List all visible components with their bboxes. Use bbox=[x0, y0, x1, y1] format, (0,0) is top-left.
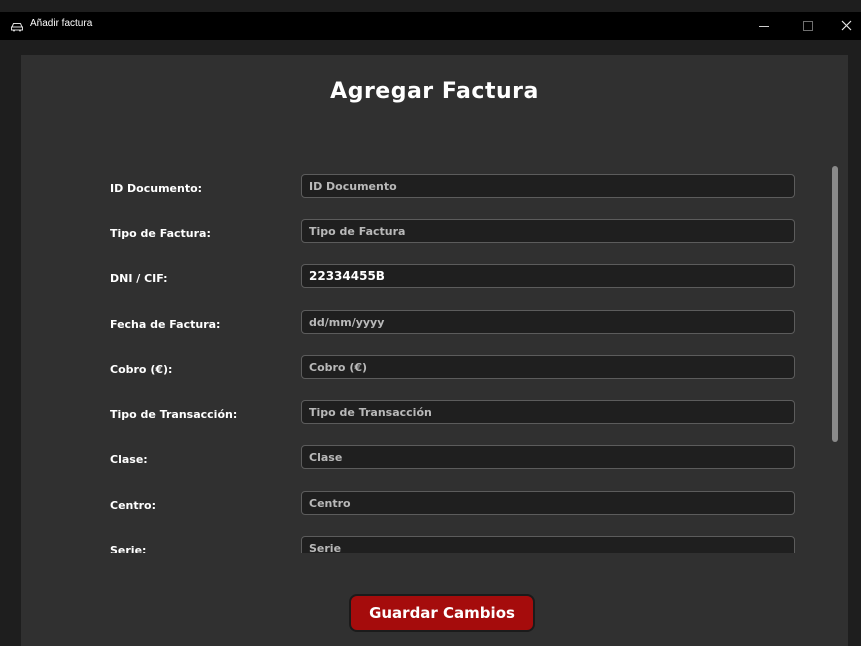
dni-cif-label: DNI / CIF: bbox=[110, 272, 168, 285]
id-documento-input[interactable] bbox=[301, 174, 795, 198]
centro-label: Centro: bbox=[110, 499, 157, 512]
maximize-icon[interactable] bbox=[787, 12, 827, 40]
form-row-centro: Centro: bbox=[21, 491, 848, 521]
fecha-factura-label: Fecha de Factura: bbox=[110, 318, 221, 331]
save-button[interactable]: Guardar Cambios bbox=[349, 594, 535, 632]
window-title: Añadir factura bbox=[30, 18, 93, 29]
form-row-dni-cif: DNI / CIF: bbox=[21, 264, 848, 294]
form-row-serie: Serie: bbox=[21, 536, 848, 553]
serie-label: Serie: bbox=[110, 544, 147, 553]
clase-input[interactable] bbox=[301, 445, 795, 469]
centro-input[interactable] bbox=[301, 491, 795, 515]
tipo-factura-label: Tipo de Factura: bbox=[110, 227, 211, 240]
car-icon bbox=[10, 18, 24, 32]
form-scroll-area[interactable]: ID Documento: Tipo de Factura: DNI / CIF… bbox=[21, 165, 848, 553]
form-scrollbar[interactable] bbox=[832, 166, 840, 442]
form-row-fecha-factura: Fecha de Factura: bbox=[21, 310, 848, 340]
close-icon[interactable] bbox=[826, 12, 861, 40]
tipo-transaccion-input[interactable] bbox=[301, 400, 795, 424]
serie-input[interactable] bbox=[301, 536, 795, 553]
scrollbar-thumb[interactable] bbox=[832, 166, 838, 442]
title-bar[interactable]: Añadir factura bbox=[0, 12, 861, 40]
form-row-id-documento: ID Documento: bbox=[21, 174, 848, 204]
form-row-tipo-transaccion: Tipo de Transacción: bbox=[21, 400, 848, 430]
tipo-transaccion-label: Tipo de Transacción: bbox=[110, 408, 238, 421]
id-documento-label: ID Documento: bbox=[110, 182, 203, 195]
cobro-label: Cobro (€): bbox=[110, 363, 173, 376]
minimize-icon[interactable] bbox=[743, 12, 783, 40]
form-row-cobro: Cobro (€): bbox=[21, 355, 848, 385]
fecha-factura-input[interactable] bbox=[301, 310, 795, 334]
page-title: Agregar Factura bbox=[330, 79, 539, 104]
app-window: Añadir factura Agregar Factura ID Docume… bbox=[0, 0, 861, 646]
tipo-factura-input[interactable] bbox=[301, 219, 795, 243]
form-panel: Agregar Factura ID Documento: Tipo de Fa… bbox=[21, 55, 848, 646]
dni-cif-input[interactable] bbox=[301, 264, 795, 288]
form-row-tipo-factura: Tipo de Factura: bbox=[21, 219, 848, 249]
form-row-clase: Clase: bbox=[21, 445, 848, 475]
clase-label: Clase: bbox=[110, 453, 148, 466]
cobro-input[interactable] bbox=[301, 355, 795, 379]
